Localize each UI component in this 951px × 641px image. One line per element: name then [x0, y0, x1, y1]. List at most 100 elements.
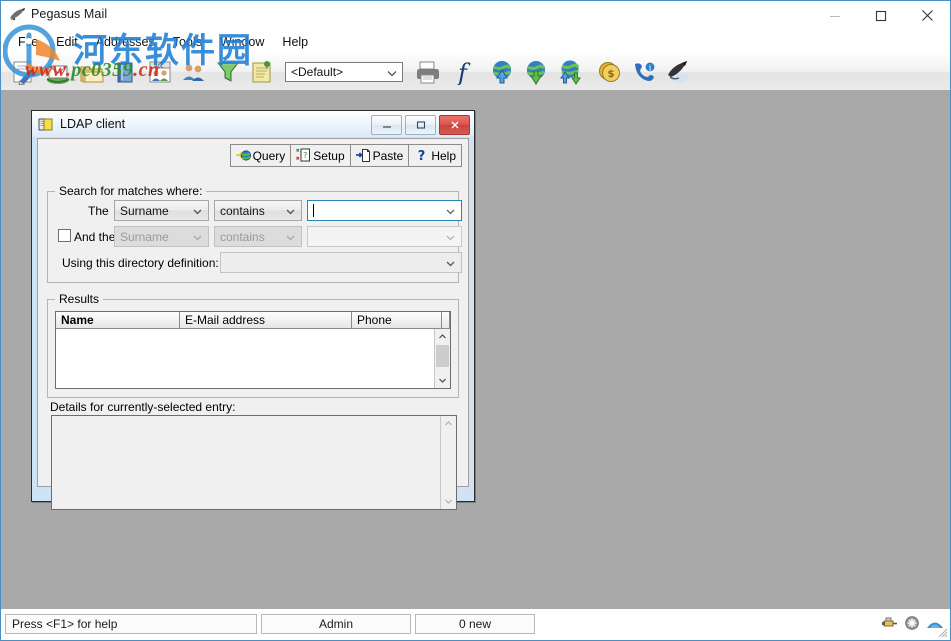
ldap-dialog-toolbar: Query ? Setup Paste ? Help	[229, 144, 462, 167]
chevron-down-icon	[192, 232, 203, 243]
new-message-icon[interactable]	[8, 56, 40, 88]
operator-combo-2[interactable]: contains	[214, 226, 302, 247]
mdi-workspace: LDAP client Query ? Setup Paste ? Help S…	[1, 90, 950, 611]
row1-prefix-label: The	[88, 204, 109, 218]
search-group: Search for matches where: The Surname co…	[47, 184, 462, 283]
query-button[interactable]: Query	[229, 144, 292, 167]
field-combo-1[interactable]: Surname	[114, 200, 209, 221]
operator-combo-1-value: contains	[220, 203, 265, 218]
close-button[interactable]	[904, 1, 950, 30]
paste-page-icon	[355, 148, 371, 163]
menu-edit[interactable]: Edit	[47, 32, 87, 52]
menu-window[interactable]: Window	[211, 32, 273, 52]
filter-icon[interactable]	[212, 56, 244, 88]
setup-button-label: Setup	[313, 148, 345, 163]
column-header-spacer[interactable]	[442, 312, 450, 329]
chevron-down-icon	[192, 206, 203, 217]
receive-mail-icon[interactable]	[520, 56, 552, 88]
ldap-minimize-button[interactable]	[371, 115, 402, 135]
chevron-down-icon	[285, 206, 296, 217]
status-user: Admin	[261, 614, 411, 634]
svg-text:?: ?	[303, 151, 307, 160]
help-button-label: Help	[431, 148, 456, 163]
search-value-input-2[interactable]	[307, 226, 462, 247]
folders-icon[interactable]	[76, 56, 108, 88]
details-content	[52, 416, 441, 509]
results-rows-area[interactable]	[56, 329, 435, 388]
results-header-row: Name E-Mail address Phone	[56, 312, 450, 329]
ldap-close-button[interactable]	[439, 115, 470, 135]
scroll-up-icon[interactable]	[441, 416, 456, 431]
details-label: Details for currently-selected entry:	[50, 400, 236, 414]
open-mailbox-icon[interactable]	[42, 56, 74, 88]
window-titlebar: Pegasus Mail	[1, 1, 950, 30]
ldap-client-window: LDAP client Query ? Setup Paste ? Help S…	[31, 110, 475, 510]
menu-help[interactable]: Help	[273, 32, 317, 52]
and-the-checkbox[interactable]	[58, 229, 71, 242]
chevron-down-icon	[285, 232, 296, 243]
scroll-thumb[interactable]	[436, 345, 449, 367]
column-header-phone[interactable]: Phone	[352, 312, 442, 329]
setup-button[interactable]: ? Setup	[290, 144, 351, 167]
ldap-window-icon	[38, 117, 53, 132]
search-value-input-1[interactable]	[307, 200, 462, 221]
scroll-down-icon[interactable]	[435, 373, 450, 388]
chevron-down-icon	[386, 67, 398, 79]
notepad-icon[interactable]	[246, 56, 278, 88]
column-header-email[interactable]: E-Mail address	[180, 312, 352, 329]
menubar: File Edit Addresses Tools Window Help	[1, 30, 950, 54]
resize-grip[interactable]	[936, 626, 948, 638]
identity-combo-value: <Default>	[291, 65, 344, 79]
send-mail-icon[interactable]	[486, 56, 518, 88]
details-vertical-scrollbar[interactable]	[440, 416, 456, 509]
ldap-restore-button[interactable]	[405, 115, 436, 135]
results-listbox[interactable]: Name E-Mail address Phone	[55, 311, 451, 389]
question-mark-icon: ?	[414, 148, 429, 164]
menu-file[interactable]: File	[9, 32, 47, 52]
pegasus-horse-icon[interactable]	[662, 56, 694, 88]
help-button[interactable]: ? Help	[408, 144, 462, 167]
printer-status-icon[interactable]	[882, 616, 898, 633]
chevron-down-icon	[445, 206, 456, 217]
scroll-up-icon[interactable]	[435, 329, 450, 344]
address-book-icon[interactable]: abc	[144, 56, 176, 88]
results-vertical-scrollbar[interactable]	[434, 329, 450, 388]
results-group: Results Name E-Mail address Phone	[47, 292, 459, 398]
field-combo-2-value: Surname	[120, 229, 169, 244]
text-caret	[313, 204, 314, 217]
window-controls	[812, 1, 950, 30]
operator-combo-1[interactable]: contains	[214, 200, 302, 221]
phone-info-icon[interactable]: i	[628, 56, 660, 88]
menu-tools[interactable]: Tools	[164, 32, 211, 52]
chevron-down-icon	[445, 258, 456, 269]
checklist-icon: ?	[296, 148, 311, 163]
blue-folder-icon[interactable]	[110, 56, 142, 88]
coins-icon[interactable]: $	[594, 56, 626, 88]
paste-button[interactable]: Paste	[349, 144, 410, 167]
menu-addresses[interactable]: Addresses	[87, 32, 164, 52]
paste-button-label: Paste	[372, 148, 404, 163]
no-connection-icon[interactable]	[905, 615, 919, 633]
ldap-window-controls	[371, 115, 470, 135]
search-group-legend: Search for matches where:	[55, 184, 207, 198]
main-toolbar: abc <Default> f $ i	[1, 54, 950, 91]
distribution-lists-icon[interactable]	[178, 56, 210, 88]
minimize-button[interactable]	[812, 1, 858, 30]
print-icon[interactable]	[412, 56, 444, 88]
send-receive-icon[interactable]	[554, 56, 586, 88]
field-combo-2[interactable]: Surname	[114, 226, 209, 247]
window-title: Pegasus Mail	[31, 7, 108, 21]
directory-definition-combo[interactable]	[220, 252, 462, 273]
details-panel[interactable]	[51, 415, 457, 510]
field-combo-1-value: Surname	[120, 203, 169, 218]
font-icon[interactable]: f	[446, 56, 478, 88]
svg-text:?: ?	[418, 149, 426, 163]
identity-combo[interactable]: <Default>	[285, 62, 403, 82]
column-header-name[interactable]: Name	[56, 312, 180, 329]
scroll-down-icon[interactable]	[441, 494, 456, 509]
maximize-button[interactable]	[858, 1, 904, 30]
svg-text:f: f	[456, 59, 471, 85]
ldap-titlebar[interactable]: LDAP client	[32, 111, 474, 137]
svg-text:$: $	[608, 69, 615, 80]
status-new-count: 0 new	[415, 614, 535, 634]
